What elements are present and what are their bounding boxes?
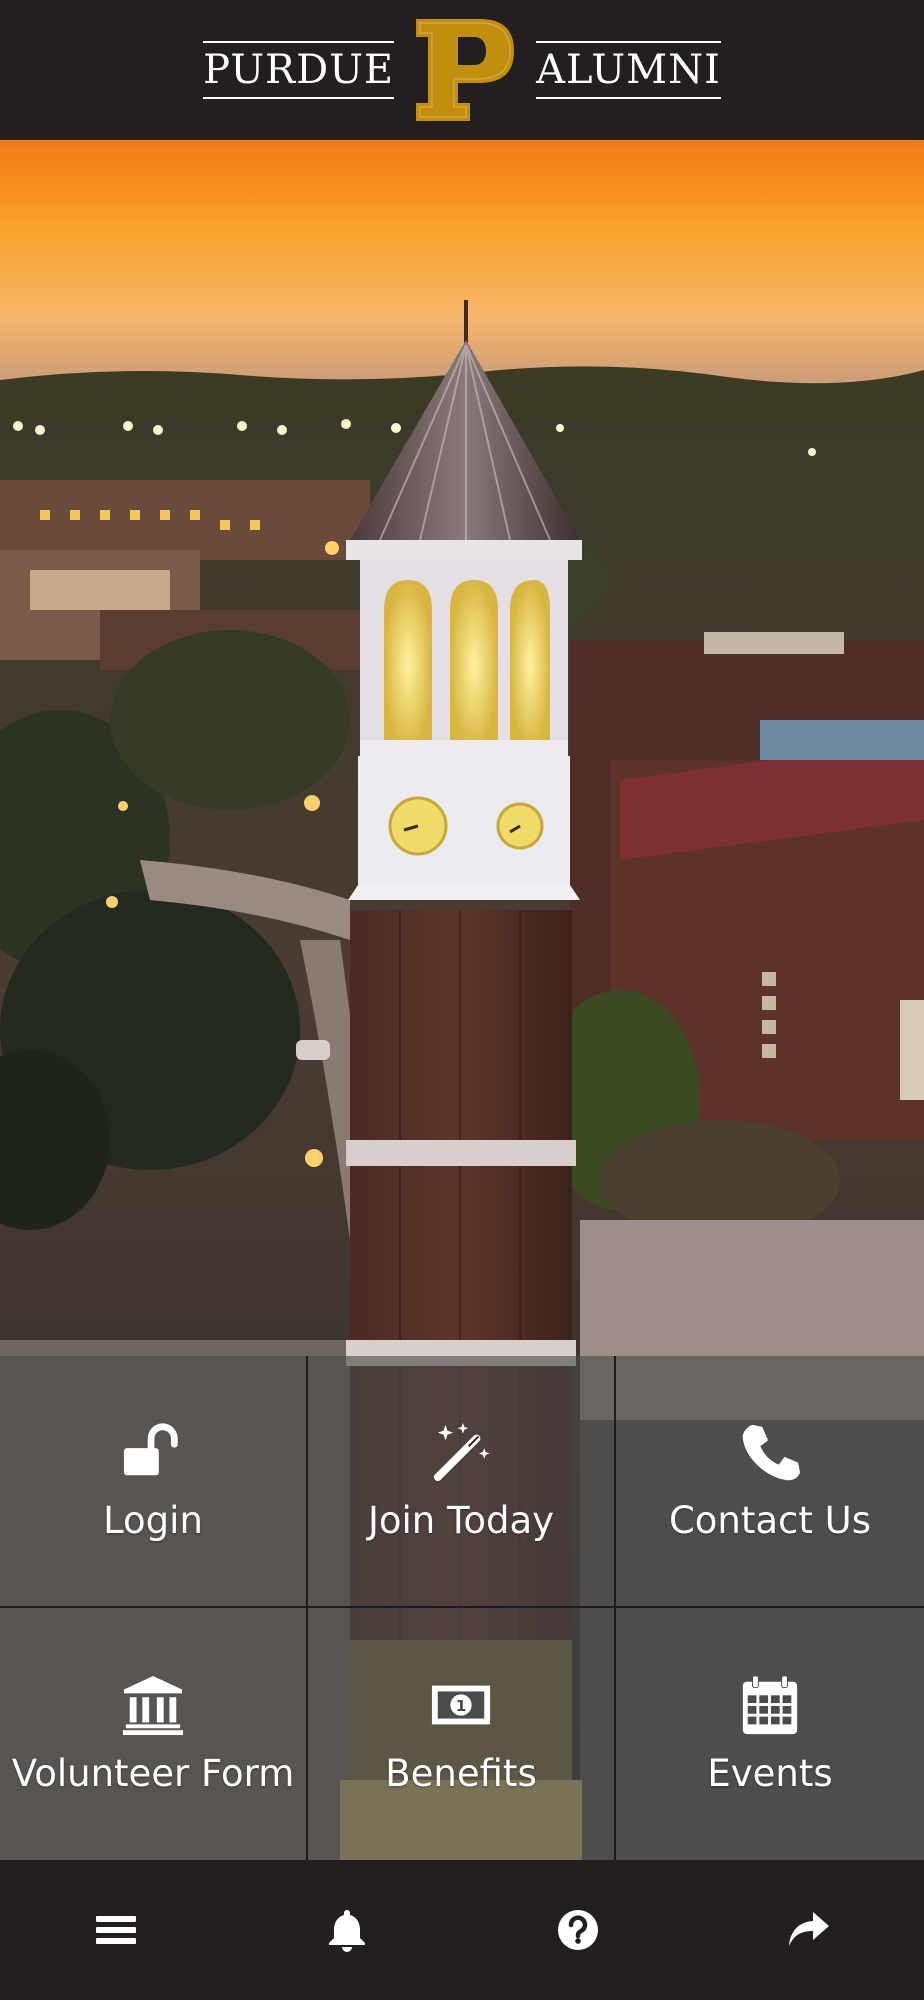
contact-us-tile[interactable]: Contact Us bbox=[616, 1356, 924, 1608]
notifications-button[interactable] bbox=[302, 1885, 392, 1975]
brand-right-word: ALUMNI bbox=[536, 41, 721, 99]
calendar-icon bbox=[742, 1674, 798, 1734]
purdue-alumni-logo: PURDUE ALUMNI bbox=[203, 17, 721, 123]
institution-icon bbox=[122, 1675, 184, 1735]
share-arrow-icon bbox=[788, 1912, 829, 1946]
svg-text:1: 1 bbox=[456, 1696, 467, 1714]
volunteer-form-tile[interactable]: Volunteer Form bbox=[0, 1608, 308, 1860]
benefits-label: Benefits bbox=[385, 1751, 537, 1795]
events-tile[interactable]: Events bbox=[616, 1608, 924, 1860]
login-label: Login bbox=[103, 1498, 203, 1542]
events-label: Events bbox=[707, 1751, 833, 1795]
bottom-toolbar bbox=[0, 1860, 924, 2000]
hamburger-menu-icon bbox=[95, 1916, 136, 1944]
help-button[interactable] bbox=[533, 1885, 623, 1975]
share-button[interactable] bbox=[764, 1885, 854, 1975]
purdue-p-logo bbox=[416, 19, 515, 121]
question-circle-icon bbox=[557, 1910, 598, 1950]
join-today-label: Join Today bbox=[367, 1498, 555, 1542]
phone-icon bbox=[742, 1424, 801, 1480]
menu-button[interactable] bbox=[71, 1885, 161, 1975]
volunteer-form-label: Volunteer Form bbox=[11, 1751, 295, 1795]
magic-wand-icon bbox=[433, 1422, 490, 1481]
join-today-tile[interactable]: Join Today bbox=[308, 1356, 616, 1608]
app-header: PURDUE ALUMNI bbox=[0, 0, 924, 140]
unlock-icon bbox=[123, 1423, 178, 1475]
bell-icon bbox=[328, 1910, 365, 1952]
money-bill-icon: 1 bbox=[431, 1685, 491, 1724]
login-tile[interactable]: Login bbox=[0, 1356, 308, 1608]
brand-left-word: PURDUE bbox=[203, 41, 395, 99]
benefits-tile[interactable]: 1 Benefits bbox=[308, 1608, 616, 1860]
navigation-tile-grid: Login Join Today Contact Us Volunteer Fo… bbox=[0, 1356, 924, 1860]
contact-us-label: Contact Us bbox=[668, 1498, 872, 1542]
